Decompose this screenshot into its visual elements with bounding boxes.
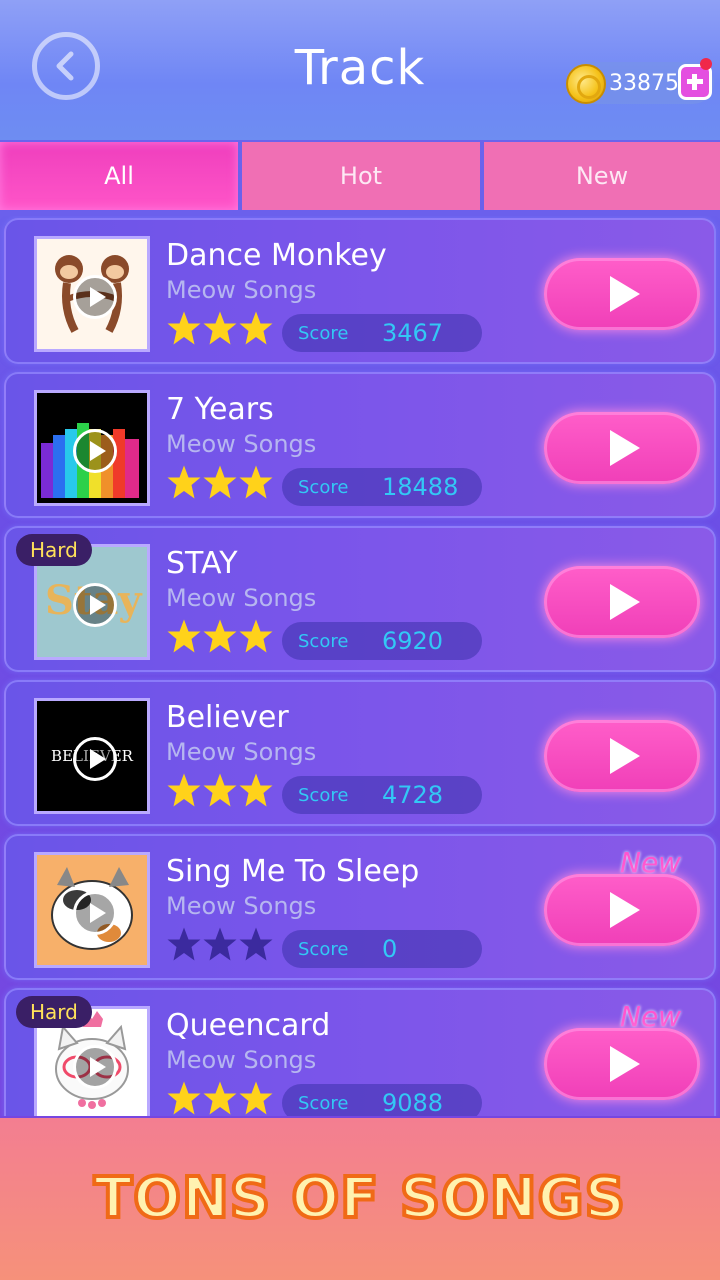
star-icon xyxy=(167,311,201,345)
preview-play-icon[interactable] xyxy=(73,1045,117,1089)
score-label: Score xyxy=(298,477,349,498)
song-artist: Meow Songs xyxy=(166,430,317,458)
star-icon xyxy=(167,773,201,807)
song-card: 7 Years Meow Songs Score 18488 xyxy=(4,372,716,518)
tab-hot[interactable]: Hot xyxy=(242,142,480,210)
score-pill: Score 6920 xyxy=(282,622,482,660)
star-icon xyxy=(167,1081,201,1115)
album-cover-7-years[interactable] xyxy=(34,390,150,506)
star-icon xyxy=(239,619,273,653)
song-artist: Meow Songs xyxy=(166,1046,317,1074)
notification-dot xyxy=(700,58,712,70)
play-button[interactable] xyxy=(544,720,700,792)
song-artist: Meow Songs xyxy=(166,276,317,304)
promo-banner-text: TONS OF SONGS xyxy=(92,1164,627,1233)
star-icon xyxy=(239,1081,273,1115)
score-value: 9088 xyxy=(382,1089,444,1116)
song-artist: Meow Songs xyxy=(166,584,317,612)
tab-all[interactable]: All xyxy=(0,142,238,210)
song-title: Sing Me To Sleep xyxy=(166,854,420,889)
promo-banner: TONS OF SONGS xyxy=(0,1118,720,1280)
tab-new[interactable]: New xyxy=(484,142,720,210)
song-card: Hard Stay STAY Meow Songs Score 6920 xyxy=(4,526,716,672)
score-pill: Score 0 xyxy=(282,930,482,968)
score-label: Score xyxy=(298,323,349,344)
score-label: Score xyxy=(298,1093,349,1114)
song-card: Dance Monkey Meow Songs Score 3467 xyxy=(4,218,716,364)
star-icon xyxy=(239,773,273,807)
score-pill: Score 9088 xyxy=(282,1084,482,1116)
song-title: Queencard xyxy=(166,1008,331,1043)
score-label: Score xyxy=(298,785,349,806)
song-card: New Sing Me To Sleep Meow Songs Score 0 xyxy=(4,834,716,980)
song-card: BELIEVER Believer Meow Songs Score 4728 xyxy=(4,680,716,826)
star-icon xyxy=(239,311,273,345)
score-pill: Score 18488 xyxy=(282,468,482,506)
score-pill: Score 4728 xyxy=(282,776,482,814)
play-button[interactable] xyxy=(544,874,700,946)
coin-value: 33875 xyxy=(609,71,679,96)
preview-play-icon[interactable] xyxy=(73,891,117,935)
difficulty-badge: Hard xyxy=(16,534,92,566)
difficulty-badge: Hard xyxy=(16,996,92,1028)
score-label: Score xyxy=(298,631,349,652)
play-button[interactable] xyxy=(544,566,700,638)
play-button[interactable] xyxy=(544,1028,700,1100)
play-button[interactable] xyxy=(544,258,700,330)
star-icon xyxy=(167,619,201,653)
star-empty-icon xyxy=(203,927,237,961)
star-icon xyxy=(203,619,237,653)
album-cover-dance-monkey[interactable] xyxy=(34,236,150,352)
song-artist: Meow Songs xyxy=(166,738,317,766)
star-icon xyxy=(203,311,237,345)
coin-icon xyxy=(566,64,606,104)
album-cover-sing-me-to-sleep[interactable] xyxy=(34,852,150,968)
preview-play-icon[interactable] xyxy=(73,737,117,781)
score-pill: Score 3467 xyxy=(282,314,482,352)
score-value: 4728 xyxy=(382,781,444,809)
song-title: 7 Years xyxy=(166,392,274,427)
score-label: Score xyxy=(298,939,349,960)
star-empty-icon xyxy=(239,927,273,961)
song-title: STAY xyxy=(166,546,238,581)
score-value: 0 xyxy=(382,935,398,963)
app-root: Track 33875 All Hot New Dance Monkey Meo… xyxy=(0,0,720,1280)
preview-play-icon[interactable] xyxy=(73,583,117,627)
play-button[interactable] xyxy=(544,412,700,484)
tab-bar: All Hot New xyxy=(0,142,720,210)
header: Track 33875 xyxy=(0,0,720,140)
star-icon xyxy=(203,465,237,499)
score-value: 3467 xyxy=(382,319,444,347)
star-icon xyxy=(203,1081,237,1115)
preview-play-icon[interactable] xyxy=(73,275,117,319)
score-value: 18488 xyxy=(382,473,459,501)
preview-play-icon[interactable] xyxy=(73,429,117,473)
score-value: 6920 xyxy=(382,627,444,655)
star-icon xyxy=(239,465,273,499)
song-title: Believer xyxy=(166,700,289,735)
star-icon xyxy=(167,465,201,499)
song-title: Dance Monkey xyxy=(166,238,387,273)
album-cover-believer[interactable]: BELIEVER xyxy=(34,698,150,814)
song-list[interactable]: Dance Monkey Meow Songs Score 3467 7 Yea… xyxy=(0,216,720,1116)
star-icon xyxy=(203,773,237,807)
song-artist: Meow Songs xyxy=(166,892,317,920)
song-card: Hard New Queencard Meow Songs Score 9088 xyxy=(4,988,716,1116)
star-empty-icon xyxy=(167,927,201,961)
